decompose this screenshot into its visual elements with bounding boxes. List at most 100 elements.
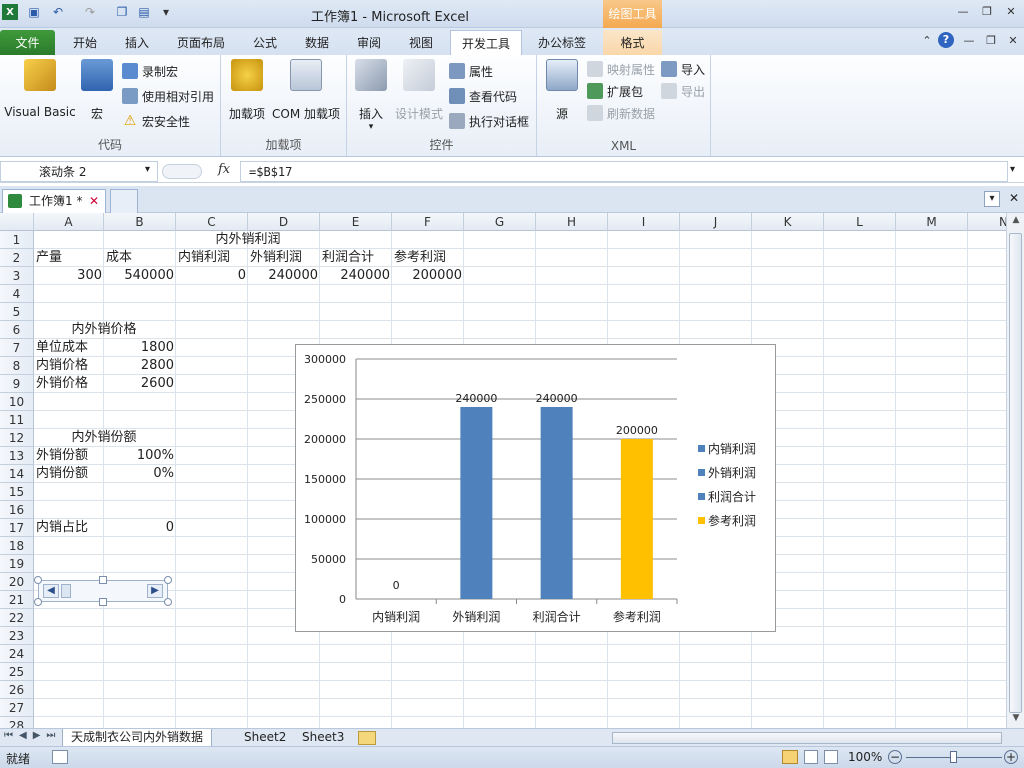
cell-e2[interactable]: 利润合计 — [320, 249, 392, 267]
vertical-scrollbar[interactable]: ▲ ▼ — [1006, 213, 1024, 728]
cell-f2[interactable]: 参考利润 — [392, 249, 464, 267]
row-header[interactable]: 13 — [0, 447, 34, 465]
macro-record-icon[interactable] — [52, 750, 68, 764]
cell-c1[interactable]: 内外销利润 — [140, 231, 356, 249]
tab-insert[interactable]: 插入 — [112, 30, 162, 56]
workbook-tab-active[interactable]: 工作簿1 * ✕ — [2, 189, 106, 213]
xml-import-button[interactable]: 导入 — [661, 59, 705, 79]
cell-c3[interactable]: 0 — [176, 267, 248, 285]
cell-b2[interactable]: 成本 — [104, 249, 176, 267]
scroll-up-icon[interactable]: ▲ — [1009, 215, 1023, 229]
column-header[interactable]: J — [680, 213, 752, 231]
row-header[interactable]: 16 — [0, 501, 34, 519]
column-header[interactable]: C — [176, 213, 248, 231]
cell-b7[interactable]: 1800 — [104, 339, 176, 357]
close-tab-icon[interactable]: ✕ — [1006, 191, 1022, 207]
row-header[interactable]: 17 — [0, 519, 34, 537]
formula-input[interactable]: =$B$17 — [240, 161, 1008, 182]
tab-formulas[interactable]: 公式 — [240, 30, 290, 56]
formula-bar-resize-handle[interactable] — [162, 164, 202, 179]
addins-button[interactable]: 加载项 — [227, 59, 267, 122]
selection-handle[interactable] — [164, 598, 172, 606]
row-header[interactable]: 28 — [0, 717, 34, 728]
tab-office-tab[interactable]: 办公标签 — [526, 30, 598, 56]
cell-b8[interactable]: 2800 — [104, 357, 176, 375]
row-header[interactable]: 18 — [0, 537, 34, 555]
scroll-thumb[interactable] — [61, 584, 71, 598]
tab-review[interactable]: 审阅 — [344, 30, 394, 56]
minimize-icon[interactable]: — — [954, 5, 972, 21]
zoom-out-icon[interactable]: − — [888, 750, 902, 764]
cell-a14[interactable]: 内销份额 — [34, 465, 104, 483]
sheet-tab-active[interactable]: 天成制衣公司内外销数据 — [62, 729, 213, 747]
zoom-in-icon[interactable]: + — [1004, 750, 1018, 764]
row-header[interactable]: 27 — [0, 699, 34, 717]
cell-a8[interactable]: 内销价格 — [34, 357, 104, 375]
formula-expand-icon[interactable]: ▾ — [1010, 164, 1015, 175]
sheet-tab[interactable]: Sheet3 — [294, 729, 352, 747]
design-mode-button[interactable]: 设计模式 — [393, 59, 445, 122]
row-header[interactable]: 14 — [0, 465, 34, 483]
cell-a12[interactable]: 内外销份额 — [44, 429, 164, 447]
tab-page-layout[interactable]: 页面布局 — [166, 30, 236, 56]
macro-security-button[interactable]: ⚠ 宏安全性 — [122, 111, 190, 131]
tab-format[interactable]: 格式 — [603, 30, 662, 56]
row-header[interactable]: 4 — [0, 285, 34, 303]
row-header[interactable]: 5 — [0, 303, 34, 321]
sheet-tab[interactable]: Sheet2 — [236, 729, 294, 747]
row-header[interactable]: 1 — [0, 231, 34, 249]
run-dialog-button[interactable]: 执行对话框 — [449, 111, 529, 131]
restore-icon[interactable]: ❐ — [978, 5, 996, 21]
profit-bar-chart[interactable]: 0 50000 100000 150000 200000 250000 300000 0 内销利… — [295, 344, 776, 632]
cell-a9[interactable]: 外销价格 — [34, 375, 104, 393]
workbook-tab-close-icon[interactable]: ✕ — [89, 190, 99, 212]
selection-handle[interactable] — [99, 598, 107, 606]
cell-b9[interactable]: 2600 — [104, 375, 176, 393]
insert-control-button[interactable]: 插入 ▾ — [353, 59, 389, 132]
row-header[interactable]: 25 — [0, 663, 34, 681]
name-box-dropdown-icon[interactable]: ▾ — [145, 164, 150, 175]
tab-list-dropdown-icon[interactable]: ▾ — [984, 191, 1000, 207]
row-header[interactable]: 7 — [0, 339, 34, 357]
xml-export-button[interactable]: 导出 — [661, 81, 705, 101]
row-header[interactable]: 20 — [0, 573, 34, 591]
page-layout-view-icon[interactable] — [804, 750, 818, 764]
cell-b17[interactable]: 0 — [104, 519, 176, 537]
row-header[interactable]: 2 — [0, 249, 34, 267]
row-header[interactable]: 6 — [0, 321, 34, 339]
macros-button[interactable]: 宏 — [80, 59, 114, 122]
xml-source-button[interactable]: 源 — [545, 59, 579, 122]
select-all-corner[interactable] — [0, 213, 34, 231]
page-break-view-icon[interactable] — [824, 750, 838, 764]
column-header[interactable]: D — [248, 213, 320, 231]
column-header[interactable]: A — [34, 213, 104, 231]
column-header[interactable]: I — [608, 213, 680, 231]
ribbon-collapse-icon[interactable]: ⌃ — [918, 34, 936, 50]
cell-b13[interactable]: 100% — [104, 447, 176, 465]
cell-a6[interactable]: 内外销价格 — [44, 321, 164, 339]
scroll-down-icon[interactable]: ▼ — [1009, 713, 1023, 727]
refresh-data-button[interactable]: 刷新数据 — [587, 103, 655, 123]
new-workbook-tab[interactable] — [110, 189, 138, 213]
wb-close-icon[interactable]: ✕ — [1004, 34, 1022, 50]
row-header[interactable]: 9 — [0, 375, 34, 393]
column-header[interactable]: F — [392, 213, 464, 231]
help-icon[interactable]: ? — [938, 32, 954, 48]
row-header[interactable]: 21 — [0, 591, 34, 609]
column-header[interactable]: G — [464, 213, 536, 231]
tab-home[interactable]: 开始 — [60, 30, 110, 56]
column-header[interactable]: E — [320, 213, 392, 231]
cell-e3[interactable]: 240000 — [320, 267, 392, 285]
tab-file[interactable]: 文件 — [0, 30, 55, 56]
vertical-scroll-thumb[interactable] — [1009, 233, 1022, 713]
cell-b14[interactable]: 0% — [104, 465, 176, 483]
wb-minimize-icon[interactable]: — — [960, 34, 978, 50]
tab-view[interactable]: 视图 — [396, 30, 446, 56]
row-header[interactable]: 23 — [0, 627, 34, 645]
row-header[interactable]: 3 — [0, 267, 34, 285]
row-header[interactable]: 8 — [0, 357, 34, 375]
row-header[interactable]: 11 — [0, 411, 34, 429]
scroll-right-arrow-icon[interactable]: ▶ — [147, 584, 163, 598]
close-icon[interactable]: ✕ — [1002, 5, 1020, 21]
properties-button[interactable]: 属性 — [449, 61, 493, 81]
